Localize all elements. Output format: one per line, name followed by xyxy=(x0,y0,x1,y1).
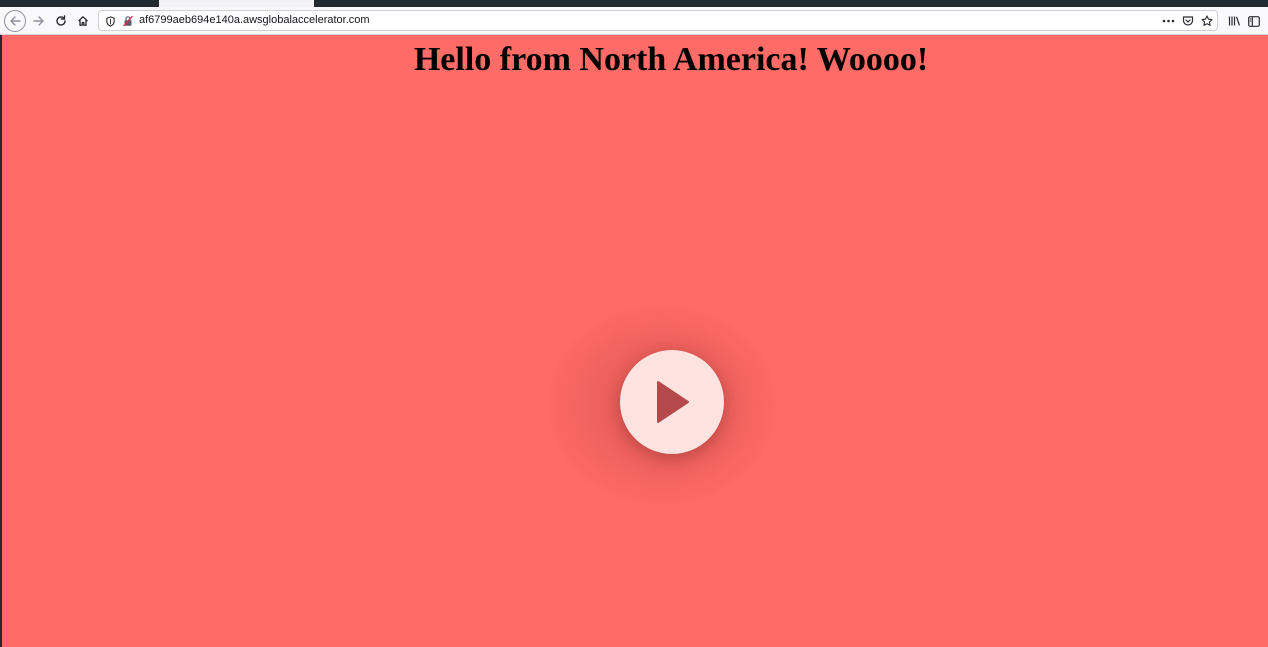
browser-window: af6799aeb694e140a.awsglobalaccelerator.c… xyxy=(0,0,1268,647)
shield-icon[interactable] xyxy=(102,13,118,29)
back-button[interactable] xyxy=(4,10,26,32)
forward-button[interactable] xyxy=(29,11,49,31)
home-button[interactable] xyxy=(73,11,93,31)
sidebar-button[interactable] xyxy=(1244,11,1264,31)
play-button[interactable] xyxy=(620,350,724,454)
forward-icon xyxy=(33,16,44,26)
library-button[interactable] xyxy=(1224,11,1244,31)
tab-strip xyxy=(0,0,1268,7)
play-icon xyxy=(657,381,689,423)
home-icon xyxy=(78,16,88,26)
tab-active[interactable] xyxy=(159,0,314,7)
pocket-icon[interactable] xyxy=(1180,13,1196,29)
star-icon[interactable] xyxy=(1199,13,1215,29)
insecure-lock-icon[interactable] xyxy=(120,13,136,29)
back-icon xyxy=(10,16,21,26)
page-heading: Hello from North America! Woooo! xyxy=(413,41,929,78)
more-icon[interactable] xyxy=(1160,13,1176,29)
sidebar-icon xyxy=(1248,15,1260,27)
page-content: Hello from North America! Woooo! xyxy=(2,35,1268,647)
url-text[interactable]: af6799aeb694e140a.awsglobalaccelerator.c… xyxy=(139,14,370,26)
reload-button[interactable] xyxy=(51,11,71,31)
library-icon xyxy=(1228,16,1240,26)
url-bar[interactable]: af6799aeb694e140a.awsglobalaccelerator.c… xyxy=(98,10,1218,31)
reload-icon xyxy=(56,15,66,26)
navigation-toolbar: af6799aeb694e140a.awsglobalaccelerator.c… xyxy=(0,7,1268,35)
